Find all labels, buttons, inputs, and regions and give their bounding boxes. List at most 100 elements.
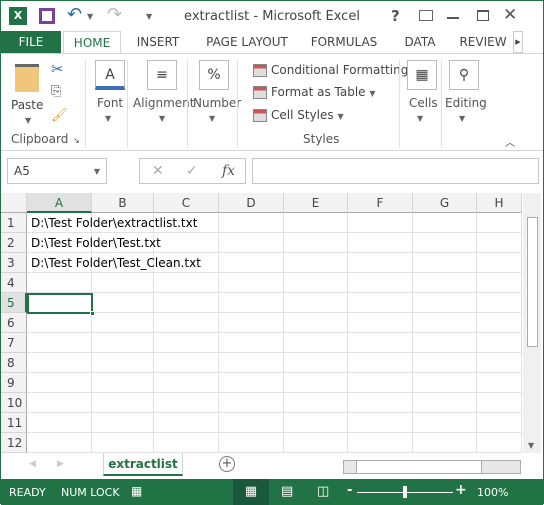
cell-A4[interactable] bbox=[27, 273, 92, 293]
enter-button[interactable]: ✓ bbox=[186, 163, 198, 179]
cell-C7[interactable] bbox=[154, 333, 219, 353]
horizontal-scroll-thumb[interactable] bbox=[356, 461, 482, 473]
cell-G6[interactable] bbox=[413, 313, 477, 333]
cell-B8[interactable] bbox=[92, 353, 154, 373]
find-binoculars-icon[interactable]: ⚲ bbox=[449, 60, 479, 90]
percent-icon[interactable]: % bbox=[199, 60, 229, 90]
sheet-tab-extractlist[interactable]: extractlist bbox=[103, 453, 183, 476]
cell-F12[interactable] bbox=[348, 433, 413, 453]
cell-D9[interactable] bbox=[219, 373, 284, 393]
paste-button[interactable]: Paste ▼ bbox=[9, 60, 45, 125]
cell-B6[interactable] bbox=[92, 313, 154, 333]
cell-G10[interactable] bbox=[413, 393, 477, 413]
zoom-in-button[interactable]: + bbox=[455, 482, 467, 498]
cell-F4[interactable] bbox=[348, 273, 413, 293]
cell-A9[interactable] bbox=[27, 373, 92, 393]
cell-D2[interactable] bbox=[219, 233, 284, 253]
cell-F9[interactable] bbox=[348, 373, 413, 393]
cell-C2[interactable] bbox=[154, 233, 219, 253]
cell-D5[interactable] bbox=[219, 293, 284, 313]
cell-A8[interactable] bbox=[27, 353, 92, 373]
cell-F2[interactable] bbox=[348, 233, 413, 253]
cell-C10[interactable] bbox=[154, 393, 219, 413]
row-header-4[interactable]: 4 bbox=[1, 273, 27, 293]
cell-D6[interactable] bbox=[219, 313, 284, 333]
cell-E11[interactable] bbox=[284, 413, 348, 433]
row-header-5[interactable]: 5 bbox=[1, 293, 27, 313]
name-box[interactable]: A5 ▼ bbox=[7, 158, 107, 184]
number-button[interactable]: Number bbox=[193, 96, 241, 110]
cell-F10[interactable] bbox=[348, 393, 413, 413]
cell-C11[interactable] bbox=[154, 413, 219, 433]
tab-review[interactable]: REVIEW bbox=[453, 31, 513, 53]
format-painter-icon[interactable]: 🖌 bbox=[51, 108, 68, 123]
column-header-H[interactable]: H bbox=[477, 193, 522, 213]
row-header-6[interactable]: 6 bbox=[1, 313, 27, 333]
zoom-slider-thumb[interactable] bbox=[403, 486, 407, 498]
cell-E9[interactable] bbox=[284, 373, 348, 393]
fill-handle[interactable] bbox=[90, 311, 95, 316]
cell-G8[interactable] bbox=[413, 353, 477, 373]
cell-F3[interactable] bbox=[348, 253, 413, 273]
column-header-G[interactable]: G bbox=[413, 193, 477, 213]
cell-E10[interactable] bbox=[284, 393, 348, 413]
cell-H6[interactable] bbox=[477, 313, 522, 333]
normal-view-button[interactable]: ▦ bbox=[233, 479, 269, 505]
cell-E5[interactable] bbox=[284, 293, 348, 313]
cell-E7[interactable] bbox=[284, 333, 348, 353]
row-header-9[interactable]: 9 bbox=[1, 373, 27, 393]
format-as-table-button[interactable]: Format as Table ▼ bbox=[253, 82, 376, 102]
vertical-scrollbar[interactable]: ▼ bbox=[523, 193, 541, 453]
cell-D4[interactable] bbox=[219, 273, 284, 293]
collapse-ribbon-icon[interactable]: ︿ bbox=[505, 134, 515, 149]
macro-recording-icon[interactable]: ▦ bbox=[131, 484, 142, 498]
cell-D8[interactable] bbox=[219, 353, 284, 373]
cell-F8[interactable] bbox=[348, 353, 413, 373]
column-header-B[interactable]: B bbox=[92, 193, 154, 213]
cell-A12[interactable] bbox=[27, 433, 92, 453]
row-header-11[interactable]: 11 bbox=[1, 413, 27, 433]
cell-D11[interactable] bbox=[219, 413, 284, 433]
cell-F1[interactable] bbox=[348, 213, 413, 233]
copy-icon[interactable]: ⎘ bbox=[51, 84, 61, 99]
zoom-level[interactable]: 100% bbox=[477, 486, 508, 499]
cell-C6[interactable] bbox=[154, 313, 219, 333]
cell-F7[interactable] bbox=[348, 333, 413, 353]
cell-C9[interactable] bbox=[154, 373, 219, 393]
cell-G9[interactable] bbox=[413, 373, 477, 393]
cell-B11[interactable] bbox=[92, 413, 154, 433]
row-header-8[interactable]: 8 bbox=[1, 353, 27, 373]
row-header-1[interactable]: 1 bbox=[1, 213, 27, 233]
cut-icon[interactable]: ✂ bbox=[51, 60, 64, 78]
cell-F6[interactable] bbox=[348, 313, 413, 333]
cell-D3[interactable] bbox=[219, 253, 284, 273]
editing-button[interactable]: Editing bbox=[445, 96, 487, 110]
cell-D7[interactable] bbox=[219, 333, 284, 353]
cell-D10[interactable] bbox=[219, 393, 284, 413]
cell-E12[interactable] bbox=[284, 433, 348, 453]
dialog-launcher-icon[interactable]: ↘ bbox=[73, 136, 80, 145]
font-icon[interactable]: A bbox=[95, 60, 125, 90]
name-box-dropdown-icon[interactable]: ▼ bbox=[94, 167, 100, 176]
vertical-scroll-thumb[interactable] bbox=[527, 217, 538, 347]
conditional-formatting-button[interactable]: Conditional Formatting ▼ bbox=[253, 60, 418, 80]
cell-B7[interactable] bbox=[92, 333, 154, 353]
formula-input[interactable] bbox=[252, 158, 539, 184]
cell-A10[interactable] bbox=[27, 393, 92, 413]
cell-B10[interactable] bbox=[92, 393, 154, 413]
cell-D1[interactable] bbox=[219, 213, 284, 233]
cell-A6[interactable] bbox=[27, 313, 92, 333]
new-sheet-button[interactable]: + bbox=[219, 456, 235, 472]
cell-C8[interactable] bbox=[154, 353, 219, 373]
column-header-E[interactable]: E bbox=[284, 193, 348, 213]
column-header-A[interactable]: A bbox=[27, 193, 92, 213]
maximize-icon[interactable] bbox=[477, 10, 489, 21]
page-layout-view-button[interactable]: ▤ bbox=[281, 484, 293, 499]
row-header-3[interactable]: 3 bbox=[1, 253, 27, 273]
cell-C5[interactable] bbox=[154, 293, 219, 313]
cell-B12[interactable] bbox=[92, 433, 154, 453]
font-button[interactable]: Font bbox=[97, 96, 123, 110]
cell-F11[interactable] bbox=[348, 413, 413, 433]
cell-H1[interactable] bbox=[477, 213, 522, 233]
cancel-button[interactable]: ✕ bbox=[152, 163, 164, 179]
